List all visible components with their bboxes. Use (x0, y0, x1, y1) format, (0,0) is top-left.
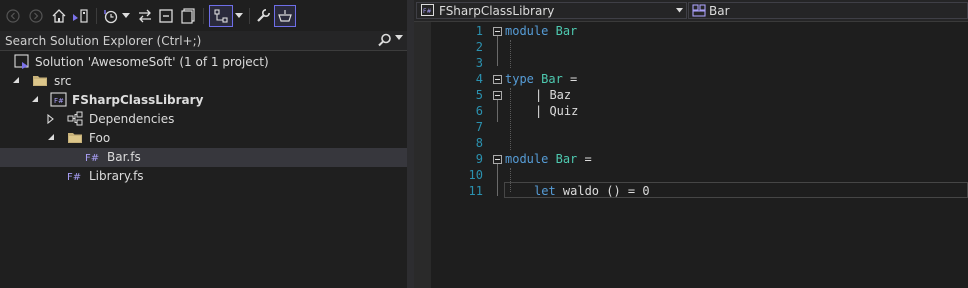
svg-text:F#: F# (85, 153, 99, 164)
dependencies-icon (67, 111, 83, 126)
line-number: 11 (468, 184, 483, 198)
tree-item-label: Library.fs (89, 169, 144, 183)
expanded-arrow-icon[interactable] (47, 133, 55, 141)
home-icon[interactable] (50, 6, 68, 26)
chevron-down-icon[interactable] (395, 35, 403, 41)
sync-icon[interactable] (136, 6, 154, 26)
tree-item-foo[interactable]: Foo (0, 129, 407, 148)
fsharp-project-icon: F# (50, 92, 67, 107)
tree-item-label: Foo (89, 131, 111, 145)
preview-dropdown-icon[interactable] (234, 6, 244, 26)
forward-icon[interactable] (28, 6, 44, 26)
collapse-outline-icon[interactable] (493, 75, 502, 84)
history-dropdown-icon[interactable] (121, 6, 131, 26)
solution-explorer-toolbar (0, 0, 407, 31)
line-number: 4 (475, 72, 483, 86)
back-icon[interactable] (5, 6, 21, 26)
project-dropdown-label: FSharpClassLibrary (439, 4, 555, 18)
tree-item-solution[interactable]: Solution 'AwesomeSoft' (1 of 1 project) (0, 53, 407, 72)
solution-explorer-search (0, 31, 407, 51)
switch-views-icon[interactable] (71, 6, 91, 26)
line-number: 8 (475, 136, 483, 150)
tree-item-fsharp-class-library[interactable]: F# FSharpClassLibrary (0, 91, 407, 110)
preview-selected-icon[interactable] (209, 5, 233, 27)
code-line-11[interactable]: let waldo () = 0 (534, 184, 650, 198)
indent-guide (510, 40, 511, 68)
panel-splitter[interactable] (407, 0, 414, 288)
fsharp-project-icon: F# (421, 4, 434, 16)
folder-icon (33, 76, 47, 86)
show-all-files-icon[interactable] (179, 6, 197, 26)
collapsed-arrow-icon[interactable] (47, 114, 55, 124)
editor-left-margin (414, 22, 431, 288)
toolbar-separator (203, 8, 204, 24)
tree-item-label: FSharpClassLibrary (72, 93, 204, 107)
toolbar-separator (96, 8, 97, 24)
fsharp-file-icon: F# (67, 172, 81, 183)
toolbar-separator (249, 8, 250, 24)
properties-icon[interactable] (254, 6, 272, 26)
code-line-1[interactable]: module Bar (505, 24, 577, 38)
line-number: 2 (475, 40, 483, 54)
module-icon (692, 4, 706, 17)
search-input[interactable] (0, 31, 375, 50)
collapse-outline-icon[interactable] (493, 27, 502, 36)
line-number: 5 (475, 88, 483, 102)
code-line-9[interactable]: module Bar = (505, 152, 592, 166)
expanded-arrow-icon[interactable] (31, 95, 39, 103)
tree-item-label: src (54, 74, 72, 88)
tree-item-library-fs[interactable]: F# Library.fs (0, 167, 407, 186)
collapse-outline-icon[interactable] (493, 155, 502, 164)
member-dropdown[interactable]: Bar (688, 2, 968, 19)
line-number: 7 (475, 120, 483, 134)
tree-item-label: Bar.fs (107, 150, 141, 164)
svg-text:F#: F# (54, 97, 64, 105)
line-number: 6 (475, 104, 483, 118)
filter-icon[interactable] (274, 5, 296, 27)
outline-line (497, 36, 498, 66)
code-line-5[interactable]: | Baz (535, 88, 571, 102)
indent-guide (510, 88, 511, 150)
line-number: 10 (468, 168, 483, 182)
tree-item-dependencies[interactable]: Dependencies (0, 110, 407, 129)
tree-item-src[interactable]: src (0, 72, 407, 91)
outline-line (497, 100, 498, 122)
outline-line (497, 164, 498, 196)
search-icon[interactable] (378, 33, 392, 47)
chevron-down-icon[interactable] (676, 8, 683, 13)
tree-item-bar-fs[interactable]: F# Bar.fs (0, 148, 407, 167)
member-dropdown-label: Bar (709, 4, 730, 18)
folder-icon (68, 133, 82, 143)
fsharp-file-icon: F# (85, 153, 99, 164)
tree-item-label: Solution 'AwesomeSoft' (1 of 1 project) (35, 55, 269, 69)
line-number: 3 (475, 56, 483, 70)
code-line-6[interactable]: | Quiz (535, 104, 578, 118)
expanded-arrow-icon[interactable] (12, 76, 20, 84)
code-line-4[interactable]: type Bar = (505, 72, 577, 86)
code-editor: F# FSharpClassLibrary Bar 1 2 3 4 5 6 7 … (414, 0, 968, 288)
collapse-all-icon[interactable] (157, 6, 175, 26)
project-dropdown[interactable]: F# FSharpClassLibrary (416, 2, 687, 19)
svg-text:F#: F# (423, 8, 431, 15)
history-icon[interactable] (101, 6, 119, 26)
svg-text:F#: F# (67, 172, 81, 183)
tree-item-label: Dependencies (89, 112, 175, 126)
collapse-outline-icon[interactable] (493, 91, 502, 100)
line-number: 1 (475, 24, 483, 38)
line-number: 9 (475, 152, 483, 166)
solution-icon (14, 54, 29, 69)
navigation-bar: F# FSharpClassLibrary Bar (414, 0, 968, 22)
solution-explorer-panel: Solution 'AwesomeSoft' (1 of 1 project) … (0, 0, 407, 288)
